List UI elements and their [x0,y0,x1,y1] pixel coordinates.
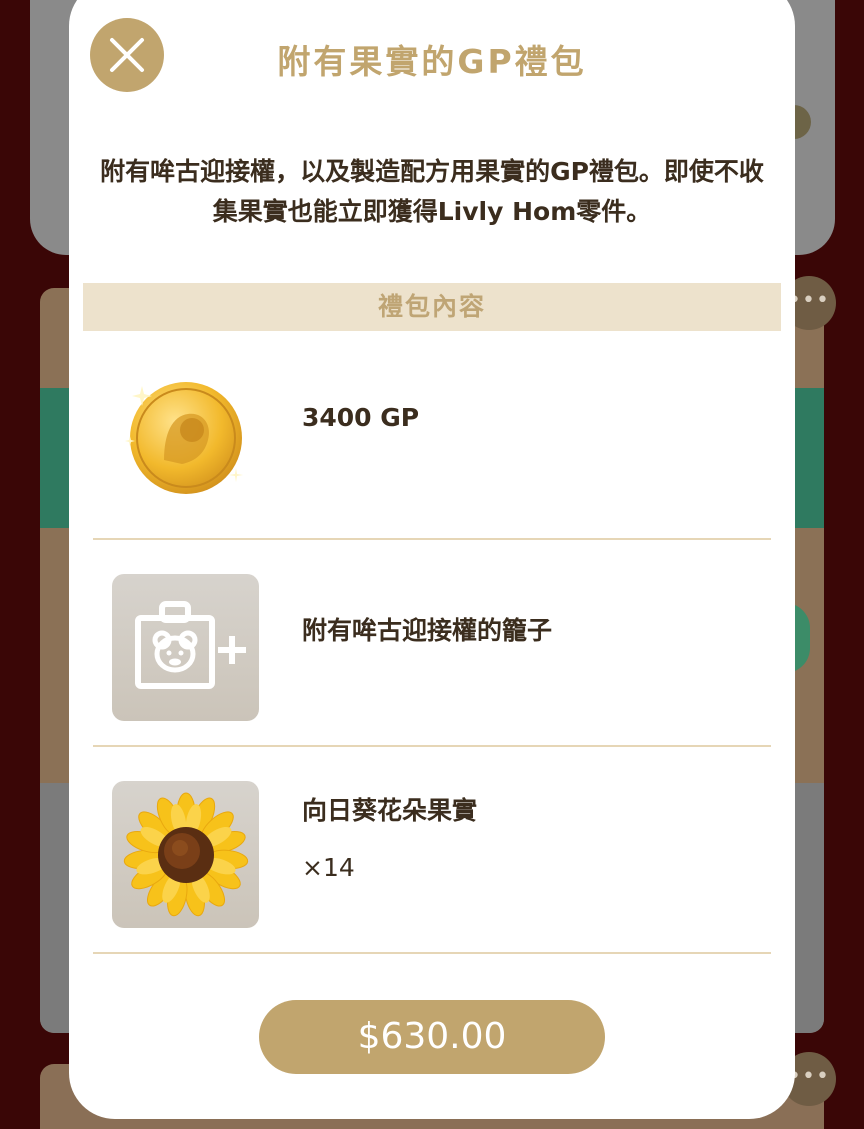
gp-coin-icon [112,364,259,511]
list-item: 3400 GP [93,331,771,540]
item-name: 附有哞古迎接權的籠子 [302,616,553,645]
cage-plus-icon [112,574,259,721]
list-item: 附有哞古迎接權的籠子 [93,540,771,747]
purchase-button[interactable]: $630.00 [259,1000,605,1074]
list-item: 向日葵花朵果實 ×14 [93,747,771,954]
section-header: 禮包內容 [83,283,781,331]
gift-pack-modal: 附有果實的GP禮包 附有哞古迎接權，以及製造配方用果實的GP禮包。即使不收集果實… [69,0,795,1119]
close-icon [110,38,144,72]
item-name: 向日葵花朵果實 [302,796,478,825]
item-quantity: ×14 [302,853,355,882]
modal-title: 附有果實的GP禮包 [277,42,587,81]
close-button[interactable] [90,18,164,92]
item-name: 3400 GP [302,403,420,432]
sunflower-icon [112,781,259,928]
modal-description: 附有哞古迎接權，以及製造配方用果實的GP禮包。即使不收集果實也能立即獲得Livl… [100,157,764,226]
